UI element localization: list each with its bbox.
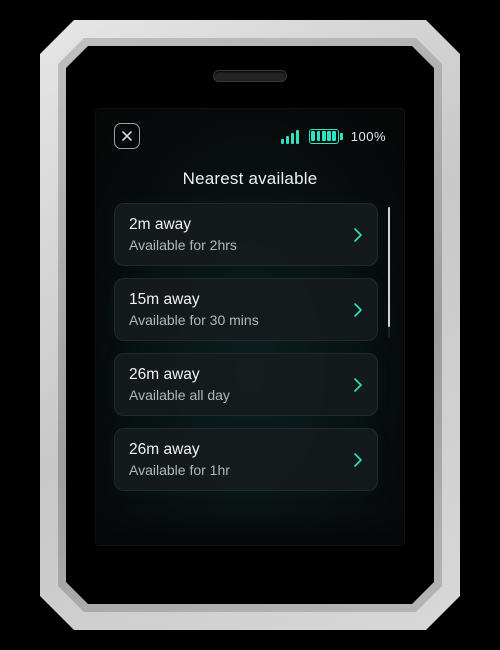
speaker-slot <box>213 70 287 82</box>
battery-icon <box>309 129 343 144</box>
screen: 100% Nearest available 2m away Available… <box>95 108 405 546</box>
list-item-title: 15m away <box>129 291 353 309</box>
list-item-title: 26m away <box>129 366 353 384</box>
chevron-right-icon <box>353 377 363 393</box>
device-bezel: 100% Nearest available 2m away Available… <box>58 38 442 612</box>
list-item[interactable]: 26m away Available for 1hr <box>114 428 378 491</box>
chevron-right-icon <box>353 227 363 243</box>
battery-percentage: 100% <box>351 129 386 144</box>
availability-list: 2m away Available for 2hrs 15m away Avai… <box>114 203 386 491</box>
list-item[interactable]: 15m away Available for 30 mins <box>114 278 378 341</box>
device-frame: 100% Nearest available 2m away Available… <box>40 20 460 630</box>
scrollbar[interactable] <box>388 207 390 337</box>
signal-icon <box>281 128 299 144</box>
list-item-subtitle: Available all day <box>129 387 353 403</box>
scrollbar-thumb[interactable] <box>388 207 390 327</box>
close-icon <box>121 130 133 142</box>
device-body: 100% Nearest available 2m away Available… <box>66 46 434 604</box>
status-bar: 100% <box>114 123 386 149</box>
close-button[interactable] <box>114 123 140 149</box>
list-item-subtitle: Available for 30 mins <box>129 312 353 328</box>
list-container: 2m away Available for 2hrs 15m away Avai… <box>114 203 386 545</box>
page-title: Nearest available <box>114 169 386 189</box>
chevron-right-icon <box>353 302 363 318</box>
list-item-title: 26m away <box>129 441 353 459</box>
list-item[interactable]: 26m away Available all day <box>114 353 378 416</box>
list-item-title: 2m away <box>129 216 353 234</box>
list-item[interactable]: 2m away Available for 2hrs <box>114 203 378 266</box>
chevron-right-icon <box>353 452 363 468</box>
list-item-subtitle: Available for 2hrs <box>129 237 353 253</box>
list-item-subtitle: Available for 1hr <box>129 462 353 478</box>
